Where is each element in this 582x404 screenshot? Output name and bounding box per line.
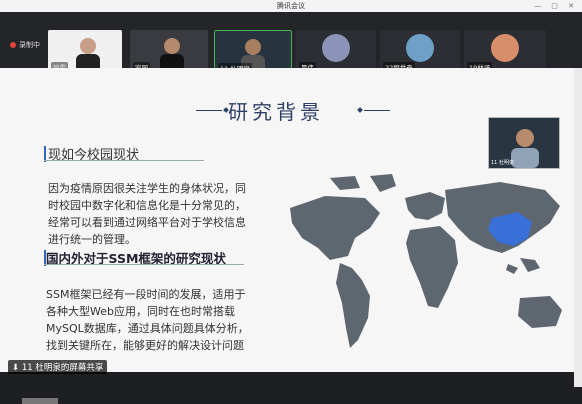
recording-label: 录制中 — [19, 41, 40, 49]
avatar — [491, 34, 519, 62]
presenter-name: 11 杜明泉 — [491, 160, 514, 166]
section2-text: SSM框架已经有一段时间的发展，适用于各种大型Web应用，同时在也时常搭载MyS… — [46, 288, 249, 352]
title-line-right — [364, 110, 390, 111]
window-title: 腾讯会议 — [277, 2, 305, 10]
presenter-camera[interactable]: 11 杜明泉 — [488, 117, 560, 169]
title-diamond-right — [357, 107, 363, 113]
presenter-indicator — [22, 398, 58, 404]
screen-share-label: ⬇ 11 杜明泉的屏幕共享 — [8, 360, 108, 374]
record-icon — [10, 42, 16, 48]
window-title-bar: 腾讯会议 — ▢ ✕ — [0, 0, 582, 12]
right-scrollbar[interactable] — [574, 68, 582, 387]
screen-share-text: 11 杜明泉的屏幕共享 — [21, 363, 104, 373]
avatar — [406, 34, 434, 62]
heading-underline — [44, 264, 244, 265]
shared-screen: 研究背景 现如今校园现状 因为疫情原因很关注学生的身体状况，同时校园中数字化和信… — [0, 68, 574, 404]
world-map — [290, 174, 562, 348]
title-line-left — [196, 110, 222, 111]
video-gallery: 录制中 韵雯 家园 11 杜明泉 昊伟 22程世奇 — [0, 12, 582, 76]
window-controls[interactable]: — ▢ ✕ — [534, 0, 578, 12]
share-icon: ⬇ — [12, 363, 22, 373]
recording-indicator[interactable]: 录制中 — [10, 40, 40, 50]
heading-underline — [44, 160, 204, 161]
slide-title: 研究背景 — [228, 100, 324, 124]
avatar — [322, 34, 350, 62]
section1-text: 因为疫情原因很关注学生的身体状况，同时校园中数字化和信息化是十分常见的，经常可以… — [48, 182, 246, 246]
